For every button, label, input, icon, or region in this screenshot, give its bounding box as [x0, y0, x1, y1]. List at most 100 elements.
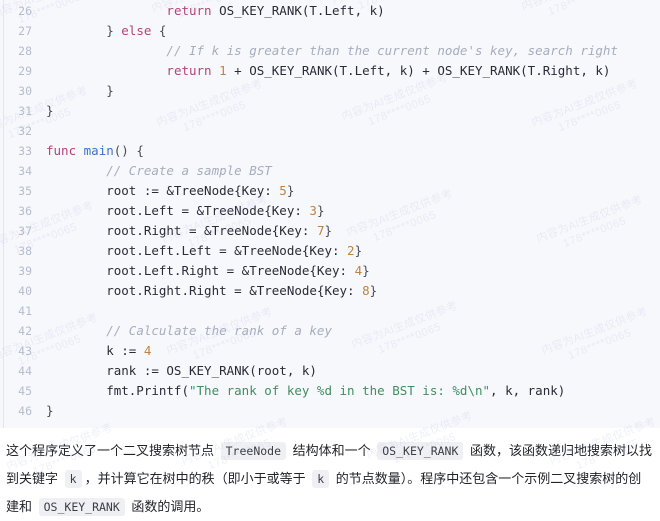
inline-code-chip: TreeNode: [220, 442, 287, 460]
code-token-kw: func: [46, 143, 77, 158]
explanation-text-run: 结构体和一个: [289, 443, 375, 458]
code-token-id: fmt.Printf(: [46, 383, 189, 398]
code-line: 41: [0, 301, 660, 321]
code-line-content: root.Right.Right = &TreeNode{Key: 8}: [46, 281, 660, 301]
line-number: 42: [18, 324, 32, 338]
line-number: 30: [18, 84, 32, 98]
code-token-pn: }: [46, 83, 114, 98]
code-token-id: root.Right = &TreeNode{Key:: [46, 223, 317, 238]
code-token-pn: }: [286, 183, 295, 198]
code-lines-container: 26 return OS_KEY_RANK(T.Left, k) 27 } els…: [0, 0, 660, 421]
code-token-id: rank := OS_KEY_RANK(root, k): [46, 363, 317, 378]
code-token-id: root.Left.Left = &TreeNode{Key:: [46, 243, 348, 258]
code-line: 42 // Calculate the rank of a key: [0, 321, 660, 341]
line-number: 36: [18, 204, 32, 218]
code-line: 35 root := &TreeNode{Key: 5}: [0, 181, 660, 201]
code-line-content: rank := OS_KEY_RANK(root, k): [46, 361, 660, 381]
code-line-content: return OS_KEY_RANK(T.Left, k): [46, 1, 660, 21]
line-number: 33: [18, 144, 32, 158]
line-number: 43: [18, 344, 32, 358]
code-line-content: k := 4: [46, 341, 660, 361]
explanation-text-run: 函数的调用。: [127, 499, 210, 514]
code-token-pn: }: [46, 23, 122, 38]
line-number: 26: [18, 4, 32, 18]
explanation-text-run: 这个程序定义了一个二叉搜索树节点: [6, 443, 218, 458]
code-line-content: root.Left = &TreeNode{Key: 3}: [46, 201, 660, 221]
inline-code-chip: OS_KEY_RANK: [377, 442, 464, 460]
code-line-content: root.Left.Left = &TreeNode{Key: 2}: [46, 241, 660, 261]
code-token-pn: [46, 43, 166, 58]
code-token-pn: {: [151, 23, 167, 38]
line-number: 38: [18, 244, 32, 258]
code-line-content: root.Right = &TreeNode{Key: 7}: [46, 221, 660, 241]
code-line-content: fmt.Printf("The rank of key %d in the BS…: [46, 381, 660, 401]
code-line: 39 root.Left.Right = &TreeNode{Key: 4}: [0, 261, 660, 281]
explanation-paragraph: 这个程序定义了一个二叉搜索树节点 TreeNode 结构体和一个 OS_KEY_…: [0, 437, 660, 521]
code-token-pn: [46, 323, 106, 338]
code-line-content: }: [46, 101, 660, 121]
line-number: 28: [18, 44, 32, 58]
code-token-id: [76, 143, 84, 158]
code-line: 30 }: [0, 81, 660, 101]
code-block: 26 return OS_KEY_RANK(T.Left, k) 27 } els…: [0, 0, 660, 428]
code-token-num: 3: [309, 203, 317, 218]
code-token-pn: }: [316, 203, 325, 218]
code-token-id: [212, 63, 220, 78]
line-number: 37: [18, 224, 32, 238]
inline-code-chip: k: [64, 470, 82, 488]
inline-code-chip: k: [312, 470, 330, 488]
code-token-fn: main: [83, 143, 114, 158]
code-token-id: k :=: [46, 343, 144, 358]
code-token-pn: }: [369, 283, 378, 298]
code-line-content: func main() {: [46, 141, 660, 161]
code-token-pn: }: [354, 243, 363, 258]
code-token-id: root.Left = &TreeNode{Key:: [46, 203, 310, 218]
explanation-text-run: ，并计算它在树中的秩（即小于或等于: [84, 471, 310, 486]
code-line: 44 rank := OS_KEY_RANK(root, k): [0, 361, 660, 381]
code-token-num: 2: [347, 243, 355, 258]
code-line: 40 root.Right.Right = &TreeNode{Key: 8}: [0, 281, 660, 301]
code-line-content: }: [46, 401, 660, 421]
explanation-text: 这个程序定义了一个二叉搜索树节点 TreeNode 结构体和一个 OS_KEY_…: [6, 437, 654, 521]
line-number: 44: [18, 364, 32, 378]
line-number: 40: [18, 284, 32, 298]
code-line: 36 root.Left = &TreeNode{Key: 3}: [0, 201, 660, 221]
code-token-pn: }: [362, 263, 370, 278]
line-number: 27: [18, 24, 32, 38]
code-token-pn: }: [324, 223, 332, 238]
code-line: 28 // If k is greater than the current n…: [0, 41, 660, 61]
inline-code-chip: OS_KEY_RANK: [38, 498, 125, 516]
line-number: 29: [18, 64, 32, 78]
line-number: 45: [18, 384, 32, 398]
code-token-cmt: // Create a sample BST: [106, 163, 272, 178]
code-line: 37 root.Right = &TreeNode{Key: 7}: [0, 221, 660, 241]
code-line: 29 return 1 + OS_KEY_RANK(T.Left, k) + O…: [0, 61, 660, 81]
code-line: 38 root.Left.Left = &TreeNode{Key: 2}: [0, 241, 660, 261]
code-line: 26 return OS_KEY_RANK(T.Left, k): [0, 1, 660, 21]
code-token-num: 4: [354, 263, 363, 278]
code-line-content: }: [46, 81, 660, 101]
code-line-content: root := &TreeNode{Key: 5}: [46, 181, 660, 201]
code-line: 46}: [0, 401, 660, 421]
code-token-kw: return: [166, 63, 212, 78]
code-token-kw: else: [121, 23, 152, 38]
code-token-pn: [46, 163, 106, 178]
code-token-num: 8: [362, 283, 370, 298]
code-line-content: // Calculate the rank of a key: [46, 321, 660, 341]
code-token-pn: [46, 63, 166, 78]
code-line: 45 fmt.Printf("The rank of key %d in the…: [0, 381, 660, 401]
code-line-content: return 1 + OS_KEY_RANK(T.Left, k) + OS_K…: [46, 61, 660, 81]
code-token-pn: [46, 3, 166, 18]
code-line-content: } else {: [46, 21, 660, 41]
line-number: 41: [18, 304, 32, 318]
line-number: 46: [18, 404, 32, 418]
code-token-id: , k, rank): [490, 383, 566, 398]
code-line: 31}: [0, 101, 660, 121]
code-token-id: root := &TreeNode{Key:: [46, 183, 280, 198]
line-number: 31: [18, 104, 32, 118]
code-token-num: 1: [219, 63, 227, 78]
code-token-cmt: // Calculate the rank of a key: [106, 323, 332, 338]
code-line: 32: [0, 121, 660, 141]
code-line-content: root.Left.Right = &TreeNode{Key: 4}: [46, 261, 660, 281]
code-line: 33 func main() {: [0, 141, 660, 161]
